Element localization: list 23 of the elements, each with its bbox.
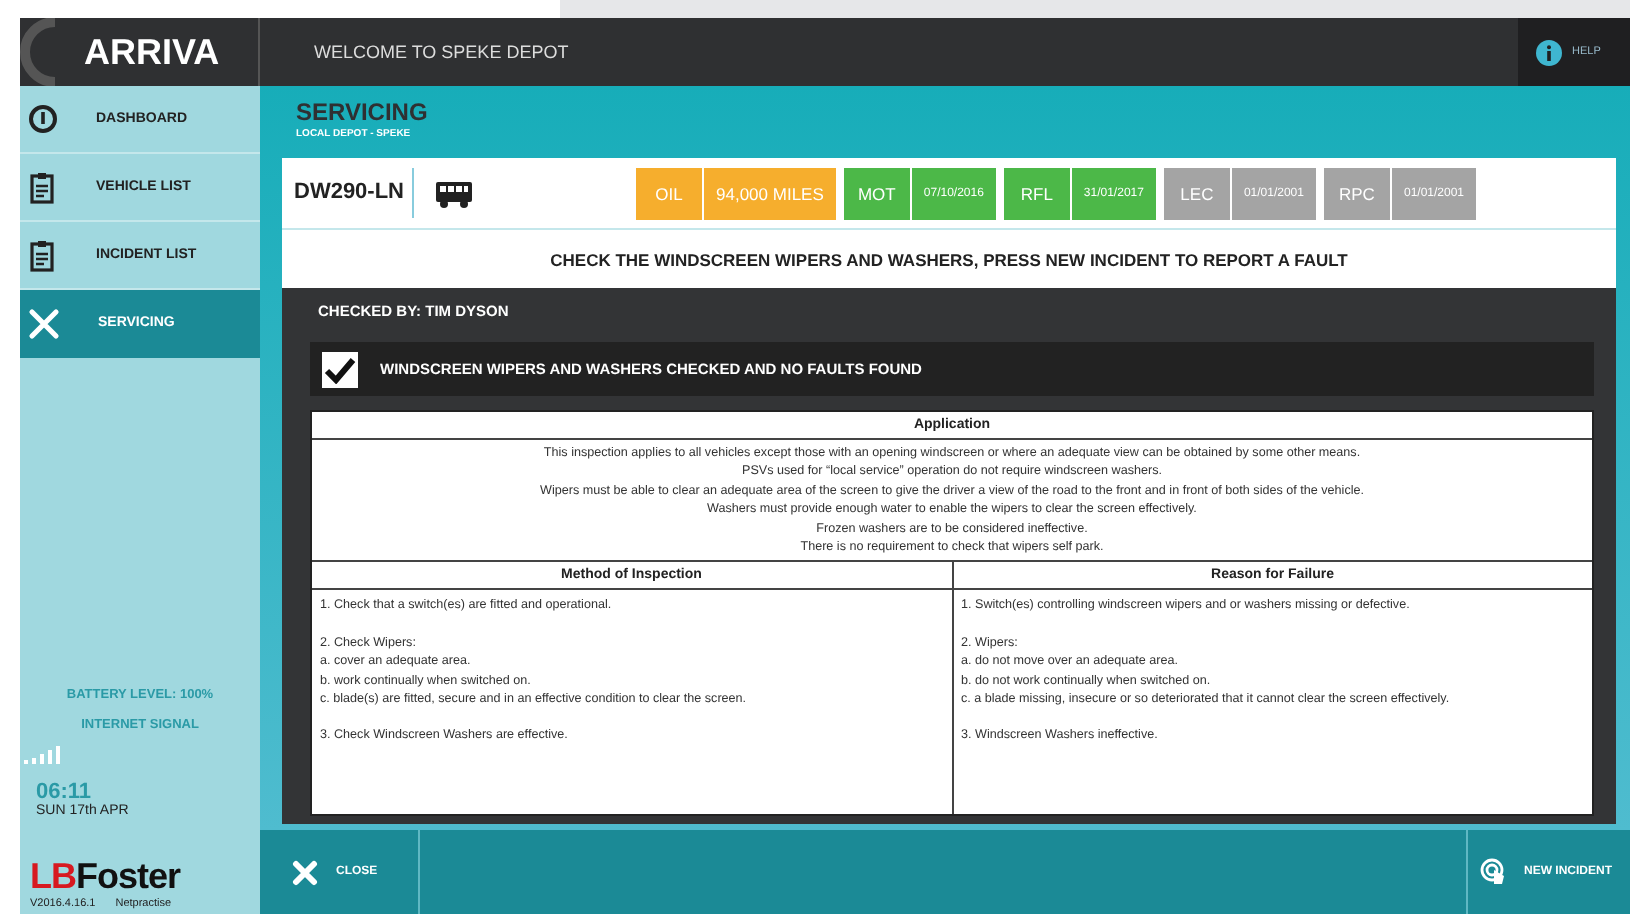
status-label: RFL — [1003, 167, 1070, 219]
page-title: SERVICING — [296, 98, 430, 126]
checkbox[interactable] — [322, 351, 358, 387]
signal-icon — [24, 744, 60, 764]
clock-time: 06:11 — [36, 780, 92, 804]
status-label: RPC — [1323, 167, 1390, 219]
welcome-text: WELCOME TO SPEKE DEPOT — [314, 42, 571, 62]
status-label: OIL — [636, 167, 703, 219]
close-icon — [292, 859, 318, 885]
status-label: LEC — [1163, 167, 1230, 219]
logo-swirl-icon — [20, 18, 56, 86]
info-icon — [1536, 39, 1562, 65]
instruction-text: CHECK THE WINDSCREEN WIPERS AND WASHERS, PRESS NEW INCIDENT TO REPORT A FAULT — [282, 230, 1616, 288]
status-value: 94,000 MILES — [704, 167, 836, 219]
status-label: MOT — [843, 167, 910, 219]
logo: ARRIVA — [84, 31, 220, 73]
brand-logo: LBFoster — [30, 858, 183, 894]
clipboard-icon — [28, 171, 58, 203]
bus-icon — [434, 179, 475, 207]
gauge-icon — [28, 104, 58, 134]
clipboard-icon — [28, 239, 58, 271]
registration: DW290-LN — [282, 168, 415, 218]
touch-icon — [1480, 858, 1508, 886]
